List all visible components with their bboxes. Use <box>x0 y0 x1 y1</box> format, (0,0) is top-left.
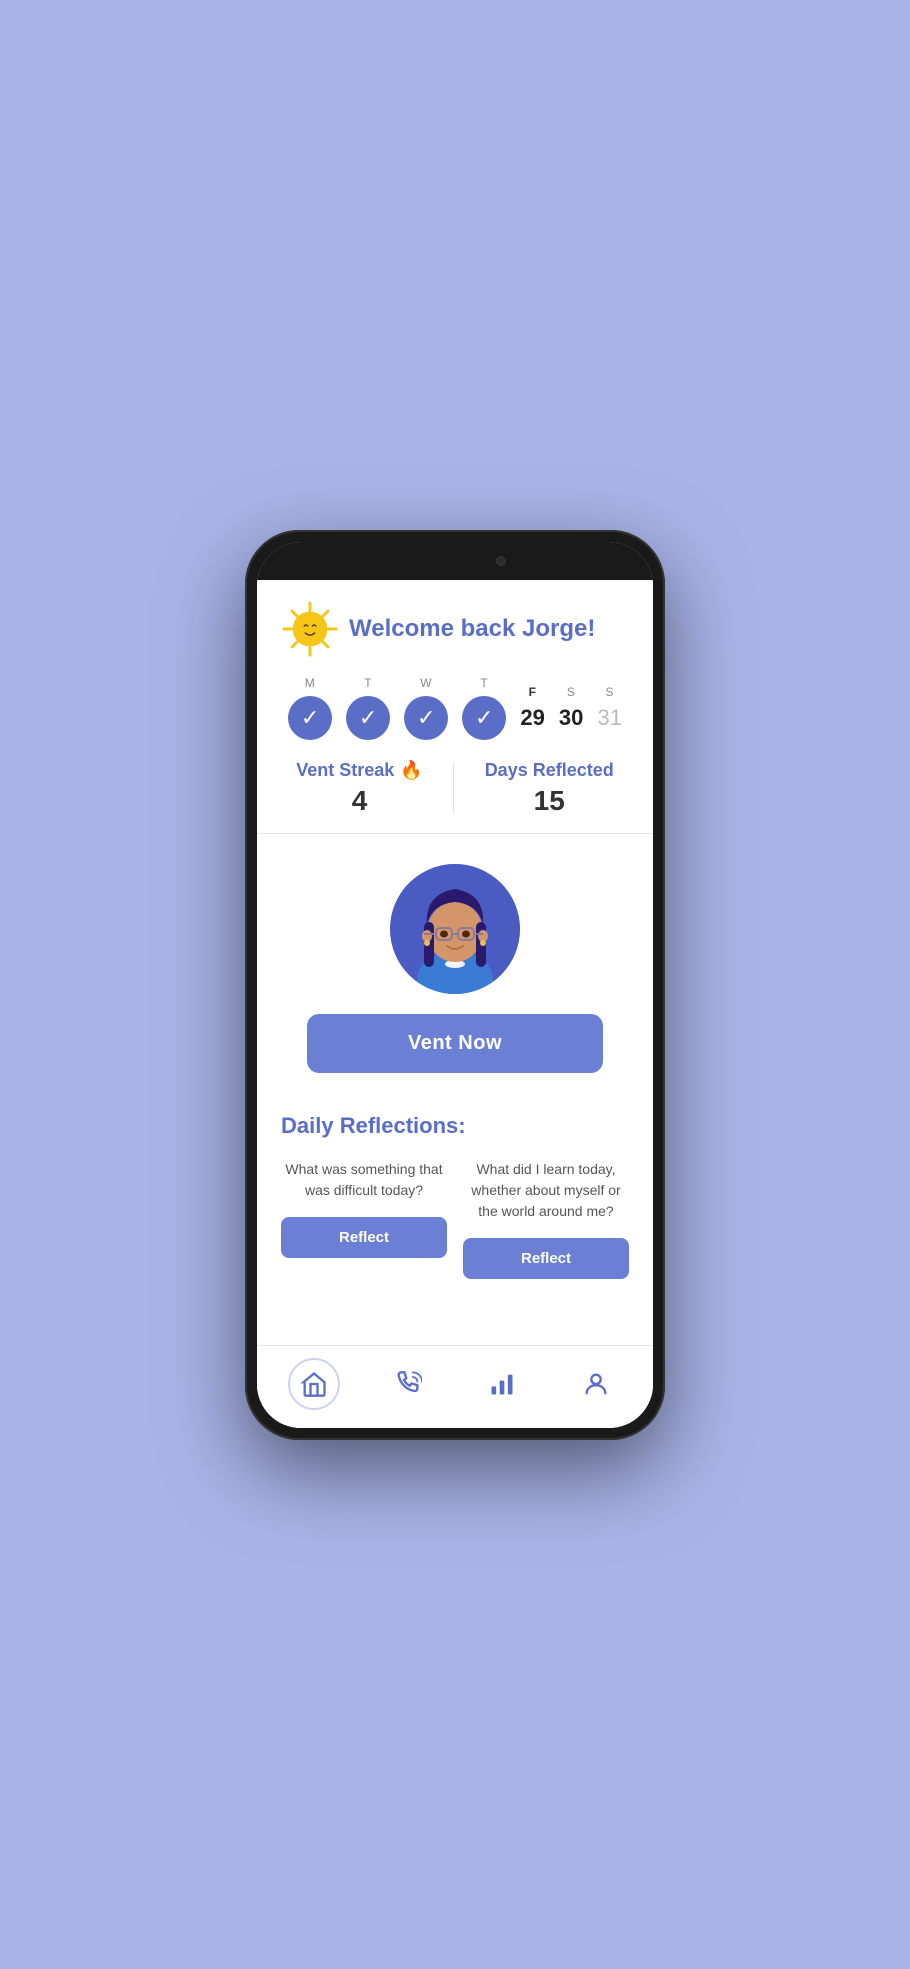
avatar-svg <box>390 864 520 994</box>
check-circle-wed: ✓ <box>404 696 448 740</box>
avatar-container <box>390 864 520 994</box>
streak-stat: Vent Streak 🔥 4 <box>296 760 422 817</box>
day-label-wed: W <box>420 676 432 690</box>
nav-stats-wrap <box>476 1358 528 1410</box>
day-col-mon: M ✓ <box>288 676 332 740</box>
vent-now-button[interactable]: Vent Now <box>307 1014 603 1073</box>
stats-row: Vent Streak 🔥 4 Days Reflected 15 <box>281 760 629 817</box>
phone-frame: Welcome back Jorge! M ✓ T <box>245 530 665 1440</box>
reflect-button-2[interactable]: Reflect <box>463 1238 629 1279</box>
nav-home-wrap <box>288 1358 340 1410</box>
sun-icon <box>281 600 339 658</box>
day-label-thu: T <box>480 676 488 690</box>
avatar-section: Vent Now <box>257 834 653 1093</box>
home-icon <box>300 1370 328 1398</box>
check-circle-thu: ✓ <box>462 696 506 740</box>
calendar-row: M ✓ T ✓ W <box>281 676 629 740</box>
nav-item-phone[interactable] <box>382 1358 434 1410</box>
reflections-grid: What was something that was difficult to… <box>281 1159 629 1279</box>
day-label-fri: F <box>529 685 537 699</box>
reflected-stat: Days Reflected 15 <box>485 760 614 817</box>
reflection-question-1: What was something that was difficult to… <box>281 1159 447 1201</box>
welcome-row: Welcome back Jorge! <box>281 600 629 658</box>
day-col-fri: F 29 <box>520 685 544 731</box>
chart-icon <box>488 1370 516 1398</box>
reflection-card-2: What did I learn today, whether about my… <box>463 1159 629 1279</box>
day-col-tue: T ✓ <box>346 676 390 740</box>
reflect-button-1[interactable]: Reflect <box>281 1217 447 1258</box>
reflected-value: 15 <box>485 785 614 817</box>
nav-profile-wrap <box>570 1358 622 1410</box>
nav-item-profile[interactable] <box>570 1358 622 1410</box>
day-number-fri: 29 <box>520 705 544 731</box>
notch <box>390 548 520 574</box>
day-number-sun: 31 <box>597 705 621 731</box>
day-col-sun: S 31 <box>597 685 621 731</box>
day-label-tue: T <box>364 676 372 690</box>
fire-icon: 🔥 <box>400 760 422 781</box>
reflections-title: Daily Reflections: <box>281 1113 629 1139</box>
reflections-section: Daily Reflections: What was something th… <box>257 1093 653 1345</box>
phone-icon <box>394 1370 422 1398</box>
header-section: Welcome back Jorge! M ✓ T <box>257 580 653 834</box>
screen-content: Welcome back Jorge! M ✓ T <box>257 580 653 1428</box>
nav-item-stats[interactable] <box>476 1358 528 1410</box>
day-col-wed: W ✓ <box>404 676 448 740</box>
welcome-text: Welcome back Jorge! <box>349 615 595 643</box>
reflected-label: Days Reflected <box>485 760 614 781</box>
day-col-sat: S 30 <box>559 685 583 731</box>
check-circle-mon: ✓ <box>288 696 332 740</box>
user-icon <box>582 1370 610 1398</box>
notch-camera <box>496 556 506 566</box>
bottom-nav <box>257 1345 653 1428</box>
day-label-mon: M <box>305 676 316 690</box>
streak-value: 4 <box>296 785 422 817</box>
day-label-sun: S <box>605 685 614 699</box>
day-label-sat: S <box>567 685 576 699</box>
day-col-thu: T ✓ <box>462 676 506 740</box>
nav-item-home[interactable] <box>288 1358 340 1410</box>
reflection-card-1: What was something that was difficult to… <box>281 1159 447 1279</box>
nav-phone-wrap <box>382 1358 434 1410</box>
notch-bar <box>257 542 653 580</box>
day-number-sat: 30 <box>559 705 583 731</box>
stats-divider <box>453 763 454 813</box>
streak-label: Vent Streak 🔥 <box>296 760 422 781</box>
phone-screen: Welcome back Jorge! M ✓ T <box>257 542 653 1428</box>
reflection-question-2: What did I learn today, whether about my… <box>463 1159 629 1222</box>
check-circle-tue: ✓ <box>346 696 390 740</box>
